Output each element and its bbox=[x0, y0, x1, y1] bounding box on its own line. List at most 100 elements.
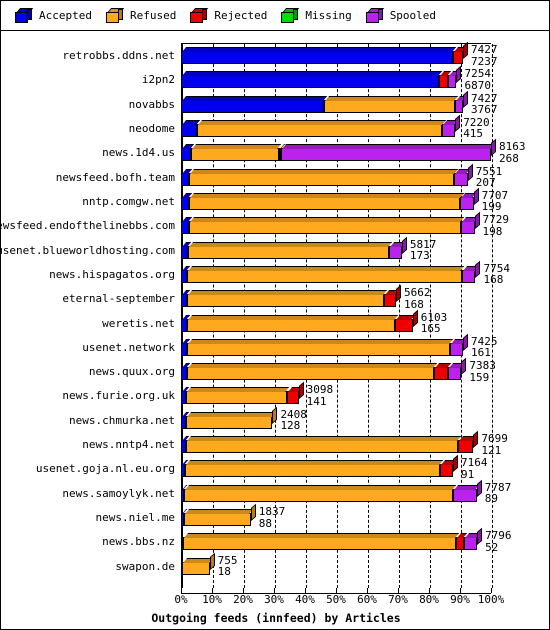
bar-row-label: news.1d4.us bbox=[102, 146, 175, 160]
bar-segment-top bbox=[188, 241, 392, 247]
bar-row-label: news.furie.org.uk bbox=[62, 389, 175, 403]
stacked-bar[interactable] bbox=[181, 139, 496, 162]
cube-icon bbox=[190, 8, 209, 23]
bar-secondary-value: 6870 bbox=[464, 78, 491, 92]
bar-segment-spooled bbox=[388, 241, 406, 259]
bar-right-cap bbox=[476, 479, 482, 497]
bar-total-value: 7729 bbox=[482, 213, 510, 227]
stacked-bar[interactable] bbox=[181, 236, 407, 259]
bar-segment-accepted bbox=[181, 168, 192, 186]
bar-segment-top bbox=[197, 119, 446, 125]
bar-row-label: newsfeed.endofthelinebbs.com bbox=[0, 219, 175, 233]
bar-row-label: usenet.blueworldhosting.com bbox=[0, 243, 175, 257]
stacked-bar[interactable] bbox=[181, 260, 481, 283]
stacked-bar[interactable] bbox=[181, 455, 459, 478]
bar-row: i2pn2 7254 6870 bbox=[1, 66, 549, 92]
bar-segment-refused bbox=[324, 95, 459, 113]
bar-value-labels: 7707 199 bbox=[482, 190, 509, 213]
bar-row-label: retrobbs.ddns.net bbox=[62, 49, 175, 62]
bar-segment-accepted bbox=[181, 241, 191, 259]
bar-value-labels: 7729 198 bbox=[483, 214, 510, 237]
stacked-bar[interactable] bbox=[181, 382, 304, 405]
stacked-bar[interactable] bbox=[181, 187, 479, 210]
bar-row: news.1d4.us 8163 268 bbox=[1, 139, 549, 164]
bar-segment-refused bbox=[187, 241, 392, 259]
bar-segment-rejected bbox=[286, 387, 302, 405]
bar-segment-rejected bbox=[439, 71, 452, 89]
bar-value-labels: 5817 173 bbox=[410, 239, 437, 262]
stacked-bar[interactable] bbox=[181, 284, 402, 308]
bar-segment-top bbox=[188, 290, 388, 296]
legend-label: Spooled bbox=[389, 9, 437, 22]
bar-total-value: 7699 bbox=[481, 432, 508, 446]
bar-secondary-value: 198 bbox=[482, 224, 503, 238]
stacked-bar[interactable] bbox=[181, 503, 256, 527]
stacked-bar[interactable] bbox=[181, 163, 473, 186]
bar-segment-accepted bbox=[181, 47, 457, 64]
bar-value-labels: 755 18 bbox=[218, 555, 238, 578]
bar-right-cap bbox=[209, 552, 215, 570]
bar-segment-accepted bbox=[181, 217, 192, 235]
bar-segment-spooled bbox=[449, 338, 467, 356]
bar-segment-top bbox=[186, 411, 276, 417]
bar-segment-rejected bbox=[456, 533, 467, 551]
legend-label: Missing bbox=[305, 9, 352, 22]
bar-row: newsfeed.endofthelinebbs.com 7729 198 bbox=[0, 212, 549, 237]
bar-secondary-value: 88 bbox=[258, 516, 272, 530]
stacked-bar[interactable] bbox=[181, 212, 480, 235]
bar-row: usenet.blueworldhosting.com 5817 173 bbox=[0, 236, 549, 262]
bar-value-labels: 8163 268 bbox=[499, 141, 526, 164]
bar-segment-top bbox=[188, 363, 438, 369]
bar-right-cap bbox=[298, 382, 304, 400]
bar-segment-spooled bbox=[454, 168, 471, 186]
stacked-bar[interactable] bbox=[181, 90, 469, 113]
bar-secondary-value: 207 bbox=[475, 176, 496, 190]
bar-segment-spooled bbox=[461, 265, 479, 283]
stacked-bar[interactable] bbox=[181, 430, 479, 454]
chart-legend: Accepted Refused Rejected Missing Spooled bbox=[1, 1, 549, 31]
bar-secondary-value: 415 bbox=[463, 127, 484, 141]
x-tick-label: 100% bbox=[477, 593, 505, 606]
bar-secondary-value: 3767 bbox=[471, 103, 498, 117]
bar-value-labels: 7551 207 bbox=[476, 166, 503, 189]
bar-segment-refused bbox=[185, 411, 276, 429]
bar-right-cap bbox=[473, 187, 479, 205]
bar-right-cap bbox=[463, 90, 469, 108]
bar-segment-refused bbox=[187, 314, 399, 332]
bar-value-labels: 2408 128 bbox=[280, 409, 307, 432]
cube-icon bbox=[15, 8, 34, 23]
stacked-bar[interactable] bbox=[181, 333, 468, 356]
stacked-bar[interactable] bbox=[181, 406, 278, 429]
bar-segment-top bbox=[188, 338, 453, 344]
bar-value-labels: 6103 165 bbox=[421, 312, 448, 335]
stacked-bar[interactable] bbox=[181, 41, 469, 64]
stacked-bar[interactable] bbox=[181, 309, 418, 332]
bar-row: news.bbs.nz 7796 52 bbox=[1, 528, 549, 553]
x-axis-tick-labels: 0% 10% 20% 30% 40% 50% 60% 70% 80% 90% 100% bbox=[1, 593, 549, 608]
bar-secondary-value: 268 bbox=[499, 151, 519, 165]
bar-secondary-value: 89 bbox=[484, 492, 498, 506]
stacked-bar[interactable] bbox=[181, 479, 482, 502]
bar-segment-spooled bbox=[454, 95, 467, 113]
bar-row-label: neodome bbox=[128, 121, 175, 135]
bar-segment-refused bbox=[196, 119, 446, 137]
bar-segment-refused bbox=[183, 533, 460, 551]
bar-rows: retrobbs.ddns.net 7427 7237 i2pn2 7254 6870 no… bbox=[0, 41, 549, 588]
legend-item-rejected: Rejected bbox=[190, 8, 267, 23]
stacked-bar[interactable] bbox=[181, 66, 462, 89]
bar-secondary-value: 121 bbox=[481, 443, 502, 457]
bar-row: news.niel.me 1837 88 bbox=[1, 503, 549, 529]
stacked-bar[interactable] bbox=[181, 552, 215, 575]
legend-item-missing: Missing bbox=[281, 8, 352, 23]
bar-value-labels: 7796 52 bbox=[485, 530, 512, 553]
bar-segment-spooled bbox=[281, 144, 495, 162]
stacked-bar[interactable] bbox=[181, 114, 461, 137]
bar-segment-refused bbox=[181, 557, 213, 575]
bar-segment-rejected bbox=[384, 290, 400, 308]
bar-segment-accepted bbox=[181, 95, 328, 113]
bar-segment-refused bbox=[184, 509, 254, 527]
bar-secondary-value: 91 bbox=[461, 467, 475, 481]
bar-value-labels: 1837 88 bbox=[259, 506, 286, 529]
stacked-bar[interactable] bbox=[181, 528, 483, 551]
stacked-bar[interactable] bbox=[181, 357, 467, 381]
